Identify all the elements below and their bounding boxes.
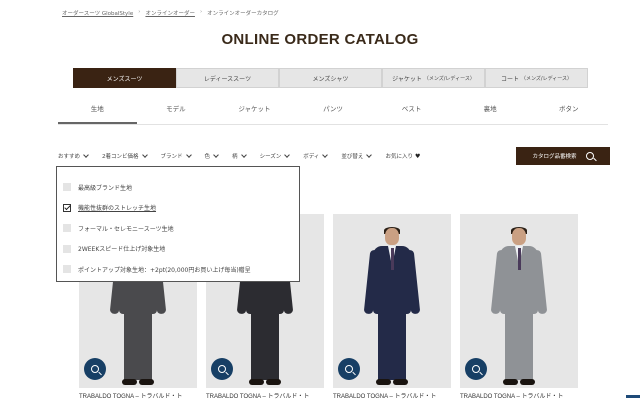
category-tabs: メンズスーツ レディーススーツ メンズシャツ ジャケット （メンズ/レディース） … (73, 68, 588, 88)
filter-label: 柄 (232, 154, 238, 160)
dropdown-option-2week[interactable]: 2WEEKスピード仕上げ対象生地 (57, 239, 299, 260)
product-card[interactable]: TRABALDO TOGNA – トラバルド・ト (333, 214, 451, 400)
checkbox[interactable] (63, 265, 71, 274)
product-caption[interactable]: TRABALDO TOGNA – トラバルド・ト (206, 391, 324, 400)
filter-label: 並び替え (341, 154, 364, 160)
dropdown-option-point-up[interactable]: ポイントアップ対象生地：+2pt(20,000円お買い上げ毎当)贈呈 (57, 259, 299, 280)
option-label: 最高級ブランド生地 (78, 184, 133, 192)
search-button-label: カタログ品番検索 (532, 154, 577, 160)
filter-label: ボディ (303, 154, 320, 160)
filter-pattern[interactable]: 柄 (232, 152, 247, 160)
chevron-down-icon (322, 152, 329, 158)
breadcrumb: オーダースーツ GlobalStyle › オンラインオーダー › オンラインオ… (62, 9, 279, 17)
tab-coats[interactable]: コート （メンズ/レディース） (485, 68, 588, 88)
chevron-down-icon (366, 152, 373, 158)
filter-body[interactable]: ボディ (303, 152, 329, 160)
filter-sort[interactable]: 並び替え (341, 152, 373, 160)
product-caption[interactable]: TRABALDO TOGNA – トラバルド・ト (333, 391, 451, 400)
model-figure (363, 227, 421, 388)
product-photo[interactable] (333, 214, 451, 388)
tab-label: ジャケット (392, 75, 422, 83)
chevron-down-icon (83, 152, 89, 158)
breadcrumb-home-link[interactable]: オーダースーツ GlobalStyle (62, 9, 133, 17)
product-photo[interactable] (460, 214, 578, 388)
option-label: フォーマル・セレモニースーツ生地 (78, 225, 174, 233)
filter-brand[interactable]: ブランド (160, 152, 192, 160)
breadcrumb-separator: › (199, 9, 203, 15)
breadcrumb-current: オンラインオーダーカタログ (207, 11, 279, 17)
tab-mens-suits[interactable]: メンズスーツ (73, 68, 176, 88)
zoom-icon (472, 365, 480, 373)
breadcrumb-separator: › (138, 9, 141, 15)
chevron-down-icon (284, 152, 291, 158)
heart-icon: ♥ (414, 152, 421, 160)
zoom-button[interactable] (338, 358, 360, 380)
filter-combo-price[interactable]: 2着コンビ価格 (102, 152, 148, 160)
product-caption[interactable]: TRABALDO TOGNA – トラバルド・ト (79, 391, 197, 400)
checkbox[interactable] (63, 224, 71, 233)
scroll-indicator (626, 395, 640, 398)
subtab-pants[interactable]: パンツ (294, 98, 373, 124)
page-title: ONLINE ORDER CATALOG (221, 31, 419, 48)
zoom-button[interactable] (211, 358, 233, 380)
catalog-search-button[interactable]: カタログ品番検索 (516, 147, 610, 165)
product-caption[interactable]: TRABALDO TOGNA – トラバルド・ト (460, 391, 578, 400)
tab-sublabel: （メンズ/レディース） (423, 75, 475, 82)
checkbox-checked[interactable] (63, 203, 71, 212)
subtab-lining[interactable]: 裏地 (451, 98, 530, 124)
tab-label: メンズシャツ (312, 75, 349, 83)
filter-recommended[interactable]: おすすめ (58, 152, 89, 160)
zoom-icon (91, 365, 99, 373)
tab-ladies-suits[interactable]: レディーススーツ (176, 68, 279, 88)
model-figure (490, 227, 548, 388)
chevron-down-icon (213, 152, 219, 158)
filter-color[interactable]: 色 (205, 152, 219, 160)
subtab-model[interactable]: モデル (137, 98, 216, 124)
subtab-jacket[interactable]: ジャケット (215, 98, 294, 124)
tab-label: メンズスーツ (106, 75, 143, 83)
chevron-down-icon (240, 152, 247, 158)
filter-label: ブランド (160, 154, 183, 160)
dropdown-option-formal[interactable]: フォーマル・セレモニースーツ生地 (57, 218, 299, 239)
tab-sublabel: （メンズ/レディース） (521, 75, 572, 82)
dropdown-option-luxury-brand[interactable]: 最高級ブランド生地 (57, 177, 299, 198)
filter-label: 色 (204, 154, 211, 160)
filter-favorites[interactable]: お気に入り ♥ (385, 152, 421, 161)
tab-label: コート (500, 75, 519, 83)
chevron-down-icon (185, 152, 192, 158)
option-label: ポイントアップ対象生地：+2pt(20,000円お買い上げ毎当)贈呈 (78, 266, 251, 274)
search-icon (585, 152, 594, 160)
recommended-dropdown: 最高級ブランド生地 機能性抜群のストレッチ生地 フォーマル・セレモニースーツ生地… (56, 166, 300, 282)
tab-label: レディーススーツ (203, 75, 252, 83)
zoom-button[interactable] (465, 358, 487, 380)
filter-season[interactable]: シーズン (259, 152, 291, 160)
checkbox[interactable] (63, 244, 71, 253)
subtab-vest[interactable]: ベスト (372, 98, 451, 124)
tab-mens-shirts[interactable]: メンズシャツ (279, 68, 382, 88)
chevron-down-icon (141, 152, 148, 158)
zoom-icon (218, 365, 226, 373)
checkbox[interactable] (63, 183, 71, 192)
filter-label: お気に入り (385, 154, 413, 160)
zoom-button[interactable] (84, 358, 106, 380)
breadcrumb-online-order-link[interactable]: オンラインオーダー (145, 9, 195, 17)
filter-bar: おすすめ 2着コンビ価格 ブランド 色 柄 シーズン ボディ 並び替え お気に入… (58, 147, 610, 165)
filter-label: シーズン (259, 154, 282, 160)
zoom-icon (345, 365, 353, 373)
product-card[interactable]: TRABALDO TOGNA – トラバルド・ト (460, 214, 578, 400)
subtab-buttons[interactable]: ボタン (529, 98, 608, 124)
option-label: 機能性抜群のストレッチ生地 (78, 205, 157, 213)
subtab-fabric[interactable]: 生地 (58, 98, 137, 124)
filter-label: おすすめ (58, 154, 81, 160)
dropdown-option-stretch[interactable]: 機能性抜群のストレッチ生地 (57, 198, 299, 219)
option-label: 2WEEKスピード仕上げ対象生地 (78, 246, 166, 254)
filter-label: 2着コンビ価格 (102, 154, 139, 160)
tab-jackets[interactable]: ジャケット （メンズ/レディース） (382, 68, 485, 88)
sub-tabs: 生地 モデル ジャケット パンツ ベスト 裏地 ボタン (58, 98, 608, 125)
